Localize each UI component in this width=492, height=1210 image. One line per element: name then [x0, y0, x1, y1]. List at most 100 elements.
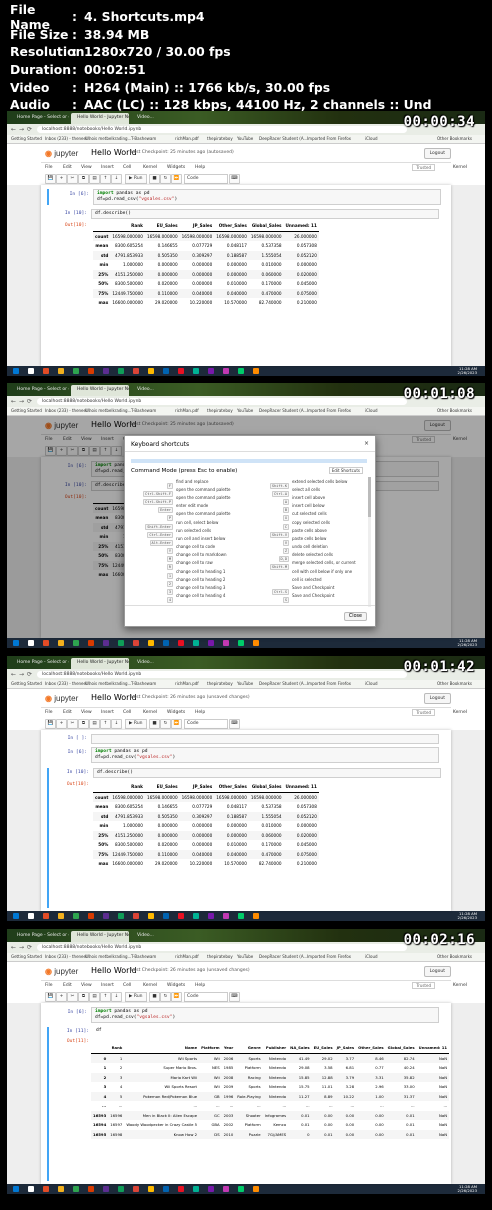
- taskbar-app-icon[interactable]: [178, 1186, 184, 1192]
- taskbar-app-icon[interactable]: [88, 913, 94, 919]
- taskbar-app-icon[interactable]: [163, 640, 169, 646]
- menu-cell[interactable]: Cell: [123, 710, 131, 715]
- browser-tab[interactable]: Hello World - Jupyter Notebook: [71, 385, 129, 396]
- taskbar-app-icon[interactable]: [58, 368, 64, 374]
- taskbar-app-icon[interactable]: [133, 640, 139, 646]
- taskbar-app-icon[interactable]: [73, 1186, 79, 1192]
- menu-widgets[interactable]: Widgets: [167, 983, 185, 988]
- keyboard-icon[interactable]: ⌨: [229, 719, 240, 729]
- taskbar-app-icon[interactable]: [88, 640, 94, 646]
- bookmark-item[interactable]: Other Bookmarks: [437, 954, 472, 959]
- taskbar-app-icon[interactable]: [28, 368, 34, 374]
- restart-icon[interactable]: ↻: [160, 174, 171, 184]
- menu-help[interactable]: Help: [195, 710, 205, 715]
- copy-icon[interactable]: ⧉: [78, 174, 89, 184]
- menu-cell[interactable]: Cell: [123, 983, 131, 988]
- url-field[interactable]: localhost:8888/notebooks/Hello World.ipy…: [37, 398, 407, 405]
- keyboard-icon[interactable]: ⌨: [229, 992, 240, 1002]
- taskbar-app-icon[interactable]: [43, 640, 49, 646]
- taskbar-app-icon[interactable]: [148, 640, 154, 646]
- menu-kernel[interactable]: Kernel: [143, 710, 157, 715]
- bookmark-item[interactable]: T-Bashewam: [131, 954, 156, 959]
- browser-tab[interactable]: Hello World - Jupyter Notebook: [71, 931, 129, 942]
- cut-icon[interactable]: ✂: [67, 719, 78, 729]
- bookmark-item[interactable]: Whois metbelkrading...: [85, 136, 131, 141]
- taskbar-app-icon[interactable]: [238, 368, 244, 374]
- paste-icon[interactable]: ▤: [89, 992, 100, 1002]
- taskbar-app-icon[interactable]: [193, 368, 199, 374]
- bookmark-item[interactable]: Inbox (233) - thenee...: [45, 136, 90, 141]
- paste-icon[interactable]: ▤: [89, 719, 100, 729]
- cut-icon[interactable]: ✂: [67, 174, 78, 184]
- bookmark-item[interactable]: T-Bashewam: [131, 408, 156, 413]
- taskbar-app-icon[interactable]: [43, 1186, 49, 1192]
- close-button[interactable]: Close: [343, 612, 367, 621]
- taskbar-app-icon[interactable]: [208, 913, 214, 919]
- back-icon[interactable]: ←: [11, 944, 16, 951]
- stop-icon[interactable]: ■: [149, 719, 160, 729]
- browser-tab[interactable]: Home Page - Select or create...: [11, 931, 69, 942]
- code-editor[interactable]: df: [93, 1027, 441, 1037]
- jupyter-logo[interactable]: ◉ jupyter: [45, 694, 78, 703]
- menu-view[interactable]: View: [81, 165, 92, 170]
- code-editor[interactable]: import pandas as pddf=pd.read_csv("vgsal…: [93, 189, 441, 205]
- jupyter-logo[interactable]: ◉ jupyter: [45, 967, 78, 976]
- save-icon[interactable]: 💾: [45, 992, 56, 1002]
- edit-shortcuts-button[interactable]: Edit Shortcuts: [328, 467, 363, 474]
- fast-forward-icon[interactable]: ⏩: [171, 174, 182, 184]
- restart-icon[interactable]: ↻: [160, 719, 171, 729]
- taskbar-app-icon[interactable]: [163, 1186, 169, 1192]
- bookmark-item[interactable]: Other Bookmarks: [437, 408, 472, 413]
- taskbar-app-icon[interactable]: [13, 1186, 19, 1192]
- bookmark-item[interactable]: iCloud: [365, 136, 378, 141]
- taskbar-app-icon[interactable]: [208, 640, 214, 646]
- menu-view[interactable]: View: [81, 710, 92, 715]
- menu-edit[interactable]: Edit: [63, 165, 72, 170]
- code-editor[interactable]: df.describe(): [93, 768, 441, 778]
- code-editor[interactable]: [91, 734, 439, 744]
- bookmark-item[interactable]: DeepRacer Student (A...: [259, 954, 307, 959]
- bookmark-item[interactable]: Inbox (233) - thenee...: [45, 408, 90, 413]
- reload-icon[interactable]: ⟳: [27, 398, 32, 405]
- menu-edit[interactable]: Edit: [63, 710, 72, 715]
- taskbar-app-icon[interactable]: [133, 913, 139, 919]
- bookmark-item[interactable]: thepirateboy: [207, 136, 233, 141]
- taskbar-app-icon[interactable]: [148, 1186, 154, 1192]
- menu-kernel[interactable]: Kernel: [143, 165, 157, 170]
- code-cell[interactable]: In [ ]:: [47, 734, 443, 744]
- cell-type-select[interactable]: Code: [184, 992, 228, 1002]
- menu-file[interactable]: File: [45, 710, 53, 715]
- taskbar-app-icon[interactable]: [223, 1186, 229, 1192]
- logout-button[interactable]: Logout: [423, 966, 451, 977]
- bookmark-item[interactable]: richMan.pdf: [175, 681, 199, 686]
- menu-edit[interactable]: Edit: [63, 983, 72, 988]
- reload-icon[interactable]: ⟳: [27, 944, 32, 951]
- taskbar-app-icon[interactable]: [193, 1186, 199, 1192]
- bookmark-item[interactable]: thepirateboy: [207, 954, 233, 959]
- menu-file[interactable]: File: [45, 983, 53, 988]
- forward-icon[interactable]: →: [19, 398, 24, 405]
- taskbar-app-icon[interactable]: [73, 913, 79, 919]
- save-icon[interactable]: 💾: [45, 174, 56, 184]
- run-button[interactable]: ▶ Run: [125, 992, 147, 1002]
- taskbar-app-icon[interactable]: [88, 1186, 94, 1192]
- taskbar-app-icon[interactable]: [253, 368, 259, 374]
- bookmark-item[interactable]: Other Bookmarks: [437, 136, 472, 141]
- menu-insert[interactable]: Insert: [101, 165, 114, 170]
- menu-insert[interactable]: Insert: [101, 710, 114, 715]
- logout-button[interactable]: Logout: [423, 148, 451, 159]
- run-button[interactable]: ▶ Run: [125, 719, 147, 729]
- browser-tab[interactable]: Hello World - Jupyter Notebook: [71, 658, 129, 669]
- cut-icon[interactable]: ✂: [67, 992, 78, 1002]
- trusted-indicator[interactable]: Trusted: [412, 709, 435, 716]
- taskbar-app-icon[interactable]: [208, 1186, 214, 1192]
- menu-kernel[interactable]: Kernel: [143, 983, 157, 988]
- bookmark-item[interactable]: Whois metbelkrading...: [85, 681, 131, 686]
- taskbar-app-icon[interactable]: [178, 368, 184, 374]
- bookmark-item[interactable]: Inbox (233) - thenee...: [45, 681, 90, 686]
- close-icon[interactable]: ×: [364, 440, 369, 447]
- taskbar-app-icon[interactable]: [43, 368, 49, 374]
- code-editor[interactable]: import pandas as pddf=pd.read_csv("vgsal…: [91, 747, 439, 763]
- taskbar-app-icon[interactable]: [178, 640, 184, 646]
- taskbar-app-icon[interactable]: [223, 368, 229, 374]
